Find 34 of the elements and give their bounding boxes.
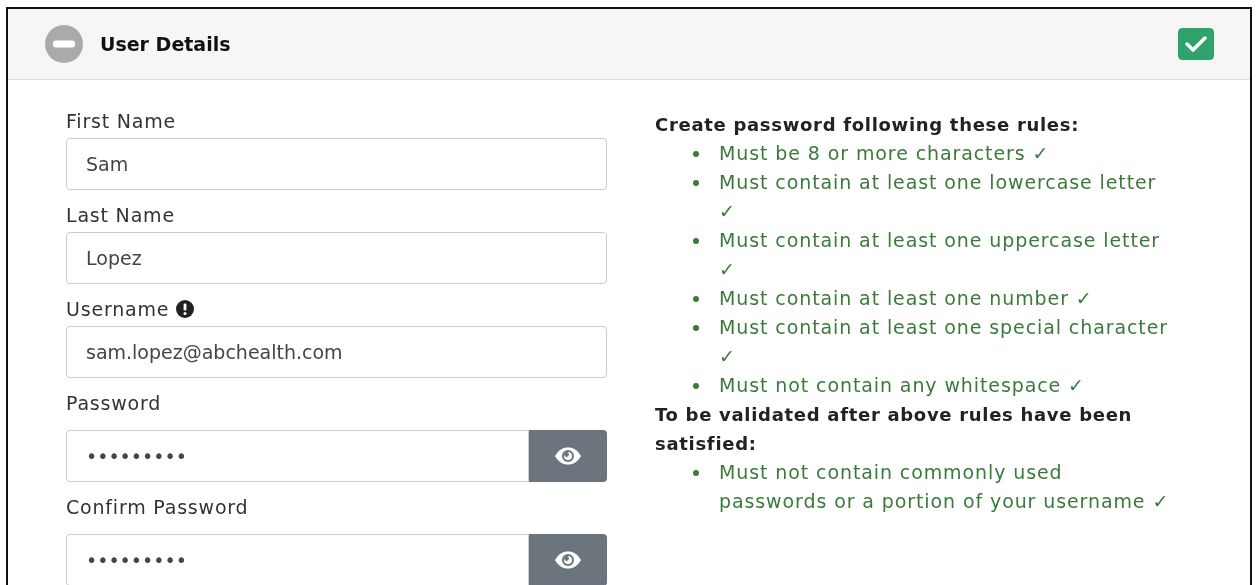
eye-icon — [553, 550, 583, 570]
checkbox[interactable] — [1178, 28, 1214, 60]
bullet-icon — [693, 180, 699, 186]
bullet-icon — [693, 151, 699, 157]
rules-heading: To be validated after above rules have been satisfied: — [655, 403, 1134, 456]
bullet-icon — [693, 383, 699, 389]
rule-text: Must be 8 or more characters ✓ — [719, 141, 1051, 166]
panel-title: User Details — [100, 33, 232, 55]
input-field[interactable]: sam.lopez@abchealth.com — [66, 326, 607, 378]
field-label: Confirm Password — [66, 496, 249, 518]
rule-text: Must contain at least one number ✓ — [719, 286, 1094, 311]
info-icon[interactable] — [175, 299, 196, 319]
bullet-icon — [693, 325, 699, 331]
field-label: Username — [66, 298, 170, 320]
input-field[interactable]: ••••••••• — [66, 430, 529, 482]
field-label: First Name — [66, 110, 177, 132]
check-icon — [1184, 34, 1208, 54]
rule-text: Must not contain commonly used passwords or a portion of your username ✓ — [719, 460, 1171, 514]
rule-text: Must contain at least one lowercase letter ✓ — [719, 170, 1158, 224]
input-field[interactable]: Sam — [66, 138, 607, 190]
field-label: Last Name — [66, 204, 175, 226]
rule-text: Must not contain any whitespace ✓ — [719, 373, 1086, 398]
eye-icon — [553, 446, 583, 466]
field-label: Password — [66, 392, 162, 414]
rule-text: Must contain at least one uppercase letter ✓ — [719, 228, 1162, 282]
show-password-button[interactable] — [529, 430, 607, 482]
input-field[interactable]: ••••••••• — [66, 534, 529, 585]
bullet-icon — [693, 296, 699, 302]
input-field[interactable]: Lopez — [66, 232, 607, 284]
bullet-icon — [693, 238, 699, 244]
show-password-button[interactable] — [529, 534, 607, 585]
rules-heading: Create password following these rules: — [655, 113, 1081, 137]
bullet-icon — [693, 470, 699, 476]
rule-text: Must contain at least one special character ✓ — [719, 315, 1169, 369]
